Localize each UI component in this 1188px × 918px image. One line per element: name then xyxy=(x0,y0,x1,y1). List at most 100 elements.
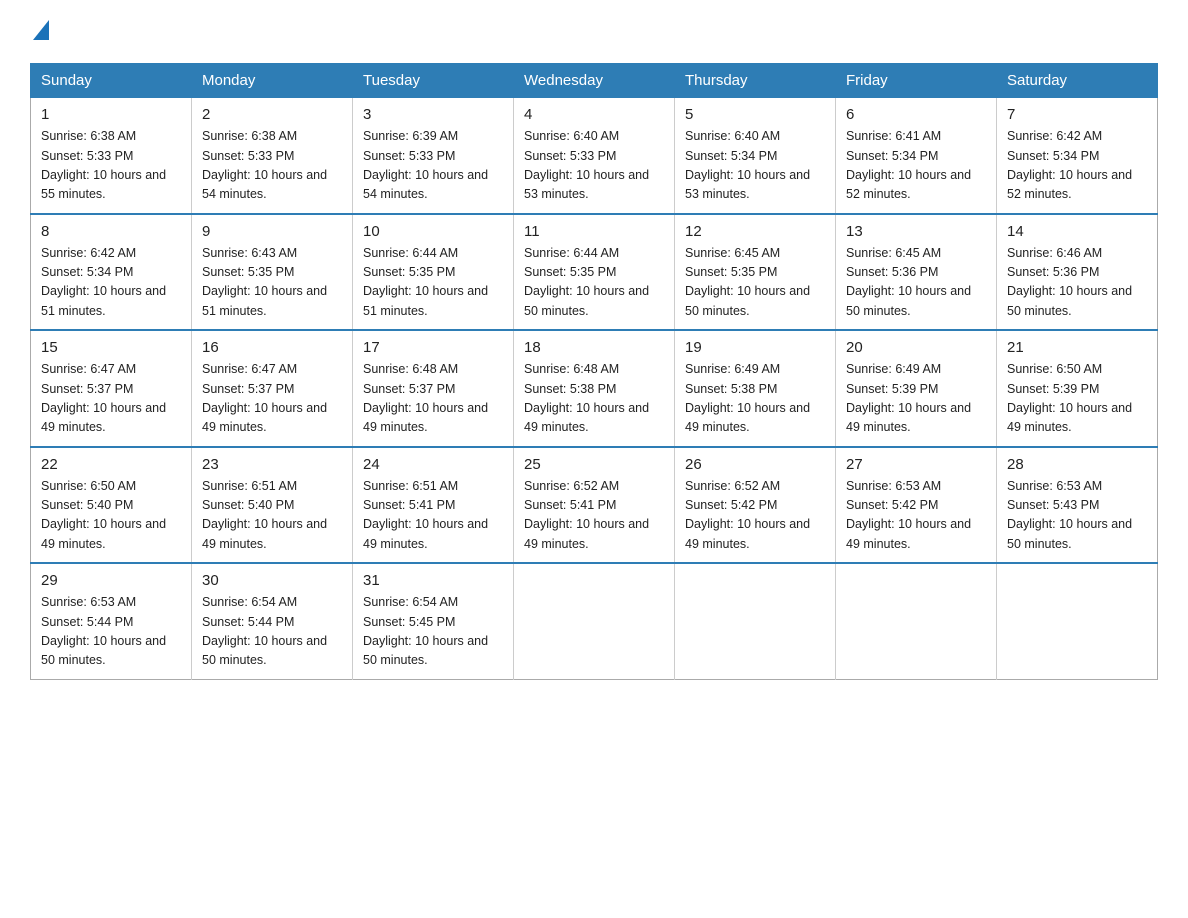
calendar-cell: 4 Sunrise: 6:40 AMSunset: 5:33 PMDayligh… xyxy=(514,98,675,214)
calendar-cell: 27 Sunrise: 6:53 AMSunset: 5:42 PMDaylig… xyxy=(836,447,997,564)
day-info: Sunrise: 6:50 AMSunset: 5:40 PMDaylight:… xyxy=(41,477,181,555)
day-number: 27 xyxy=(846,456,986,473)
calendar-cell: 19 Sunrise: 6:49 AMSunset: 5:38 PMDaylig… xyxy=(675,330,836,447)
calendar-cell: 21 Sunrise: 6:50 AMSunset: 5:39 PMDaylig… xyxy=(997,330,1158,447)
day-info: Sunrise: 6:52 AMSunset: 5:41 PMDaylight:… xyxy=(524,477,664,555)
day-number: 13 xyxy=(846,223,986,240)
day-info: Sunrise: 6:40 AMSunset: 5:33 PMDaylight:… xyxy=(524,127,664,205)
day-info: Sunrise: 6:44 AMSunset: 5:35 PMDaylight:… xyxy=(363,244,503,322)
calendar-cell: 9 Sunrise: 6:43 AMSunset: 5:35 PMDayligh… xyxy=(192,214,353,331)
day-number: 24 xyxy=(363,456,503,473)
day-info: Sunrise: 6:44 AMSunset: 5:35 PMDaylight:… xyxy=(524,244,664,322)
weekday-header-saturday: Saturday xyxy=(997,64,1158,98)
day-info: Sunrise: 6:51 AMSunset: 5:41 PMDaylight:… xyxy=(363,477,503,555)
calendar-cell: 16 Sunrise: 6:47 AMSunset: 5:37 PMDaylig… xyxy=(192,330,353,447)
logo-triangle-icon xyxy=(33,20,49,45)
calendar-cell: 23 Sunrise: 6:51 AMSunset: 5:40 PMDaylig… xyxy=(192,447,353,564)
day-number: 26 xyxy=(685,456,825,473)
weekday-header-row: SundayMondayTuesdayWednesdayThursdayFrid… xyxy=(31,64,1158,98)
day-number: 5 xyxy=(685,106,825,123)
calendar-cell xyxy=(514,563,675,679)
day-number: 1 xyxy=(41,106,181,123)
calendar-cell: 18 Sunrise: 6:48 AMSunset: 5:38 PMDaylig… xyxy=(514,330,675,447)
day-info: Sunrise: 6:54 AMSunset: 5:45 PMDaylight:… xyxy=(363,593,503,671)
calendar-cell: 6 Sunrise: 6:41 AMSunset: 5:34 PMDayligh… xyxy=(836,98,997,214)
calendar-week-row: 22 Sunrise: 6:50 AMSunset: 5:40 PMDaylig… xyxy=(31,447,1158,564)
day-number: 9 xyxy=(202,223,342,240)
day-number: 16 xyxy=(202,339,342,356)
day-number: 10 xyxy=(363,223,503,240)
calendar-cell: 10 Sunrise: 6:44 AMSunset: 5:35 PMDaylig… xyxy=(353,214,514,331)
day-info: Sunrise: 6:49 AMSunset: 5:39 PMDaylight:… xyxy=(846,360,986,438)
day-number: 25 xyxy=(524,456,664,473)
weekday-header-tuesday: Tuesday xyxy=(353,64,514,98)
weekday-header-monday: Monday xyxy=(192,64,353,98)
day-number: 4 xyxy=(524,106,664,123)
day-info: Sunrise: 6:42 AMSunset: 5:34 PMDaylight:… xyxy=(41,244,181,322)
day-number: 8 xyxy=(41,223,181,240)
weekday-header-friday: Friday xyxy=(836,64,997,98)
day-number: 14 xyxy=(1007,223,1147,240)
calendar-cell: 30 Sunrise: 6:54 AMSunset: 5:44 PMDaylig… xyxy=(192,563,353,679)
day-number: 3 xyxy=(363,106,503,123)
day-info: Sunrise: 6:48 AMSunset: 5:38 PMDaylight:… xyxy=(524,360,664,438)
day-info: Sunrise: 6:46 AMSunset: 5:36 PMDaylight:… xyxy=(1007,244,1147,322)
day-info: Sunrise: 6:49 AMSunset: 5:38 PMDaylight:… xyxy=(685,360,825,438)
calendar-cell: 7 Sunrise: 6:42 AMSunset: 5:34 PMDayligh… xyxy=(997,98,1158,214)
calendar-cell: 1 Sunrise: 6:38 AMSunset: 5:33 PMDayligh… xyxy=(31,98,192,214)
day-number: 20 xyxy=(846,339,986,356)
calendar-table: SundayMondayTuesdayWednesdayThursdayFrid… xyxy=(30,63,1158,680)
calendar-cell: 22 Sunrise: 6:50 AMSunset: 5:40 PMDaylig… xyxy=(31,447,192,564)
logo xyxy=(30,20,49,45)
calendar-cell: 26 Sunrise: 6:52 AMSunset: 5:42 PMDaylig… xyxy=(675,447,836,564)
day-info: Sunrise: 6:42 AMSunset: 5:34 PMDaylight:… xyxy=(1007,127,1147,205)
day-info: Sunrise: 6:45 AMSunset: 5:36 PMDaylight:… xyxy=(846,244,986,322)
day-info: Sunrise: 6:48 AMSunset: 5:37 PMDaylight:… xyxy=(363,360,503,438)
calendar-cell xyxy=(997,563,1158,679)
calendar-week-row: 29 Sunrise: 6:53 AMSunset: 5:44 PMDaylig… xyxy=(31,563,1158,679)
day-info: Sunrise: 6:43 AMSunset: 5:35 PMDaylight:… xyxy=(202,244,342,322)
day-number: 30 xyxy=(202,572,342,589)
day-info: Sunrise: 6:41 AMSunset: 5:34 PMDaylight:… xyxy=(846,127,986,205)
day-number: 11 xyxy=(524,223,664,240)
weekday-header-wednesday: Wednesday xyxy=(514,64,675,98)
day-number: 23 xyxy=(202,456,342,473)
calendar-cell: 5 Sunrise: 6:40 AMSunset: 5:34 PMDayligh… xyxy=(675,98,836,214)
calendar-week-row: 15 Sunrise: 6:47 AMSunset: 5:37 PMDaylig… xyxy=(31,330,1158,447)
calendar-cell: 17 Sunrise: 6:48 AMSunset: 5:37 PMDaylig… xyxy=(353,330,514,447)
calendar-cell: 15 Sunrise: 6:47 AMSunset: 5:37 PMDaylig… xyxy=(31,330,192,447)
day-info: Sunrise: 6:38 AMSunset: 5:33 PMDaylight:… xyxy=(41,127,181,205)
day-number: 21 xyxy=(1007,339,1147,356)
day-info: Sunrise: 6:53 AMSunset: 5:43 PMDaylight:… xyxy=(1007,477,1147,555)
calendar-cell: 25 Sunrise: 6:52 AMSunset: 5:41 PMDaylig… xyxy=(514,447,675,564)
day-number: 29 xyxy=(41,572,181,589)
calendar-cell xyxy=(675,563,836,679)
weekday-header-sunday: Sunday xyxy=(31,64,192,98)
calendar-cell: 20 Sunrise: 6:49 AMSunset: 5:39 PMDaylig… xyxy=(836,330,997,447)
weekday-header-thursday: Thursday xyxy=(675,64,836,98)
day-info: Sunrise: 6:53 AMSunset: 5:44 PMDaylight:… xyxy=(41,593,181,671)
calendar-cell: 29 Sunrise: 6:53 AMSunset: 5:44 PMDaylig… xyxy=(31,563,192,679)
day-number: 28 xyxy=(1007,456,1147,473)
day-number: 15 xyxy=(41,339,181,356)
calendar-cell: 2 Sunrise: 6:38 AMSunset: 5:33 PMDayligh… xyxy=(192,98,353,214)
calendar-cell: 12 Sunrise: 6:45 AMSunset: 5:35 PMDaylig… xyxy=(675,214,836,331)
day-info: Sunrise: 6:52 AMSunset: 5:42 PMDaylight:… xyxy=(685,477,825,555)
day-info: Sunrise: 6:47 AMSunset: 5:37 PMDaylight:… xyxy=(41,360,181,438)
day-info: Sunrise: 6:40 AMSunset: 5:34 PMDaylight:… xyxy=(685,127,825,205)
calendar-cell: 11 Sunrise: 6:44 AMSunset: 5:35 PMDaylig… xyxy=(514,214,675,331)
calendar-cell: 13 Sunrise: 6:45 AMSunset: 5:36 PMDaylig… xyxy=(836,214,997,331)
calendar-cell xyxy=(836,563,997,679)
day-number: 31 xyxy=(363,572,503,589)
day-number: 7 xyxy=(1007,106,1147,123)
day-info: Sunrise: 6:47 AMSunset: 5:37 PMDaylight:… xyxy=(202,360,342,438)
day-number: 19 xyxy=(685,339,825,356)
calendar-cell: 14 Sunrise: 6:46 AMSunset: 5:36 PMDaylig… xyxy=(997,214,1158,331)
calendar-cell: 28 Sunrise: 6:53 AMSunset: 5:43 PMDaylig… xyxy=(997,447,1158,564)
day-number: 6 xyxy=(846,106,986,123)
day-info: Sunrise: 6:38 AMSunset: 5:33 PMDaylight:… xyxy=(202,127,342,205)
calendar-cell: 8 Sunrise: 6:42 AMSunset: 5:34 PMDayligh… xyxy=(31,214,192,331)
calendar-cell: 24 Sunrise: 6:51 AMSunset: 5:41 PMDaylig… xyxy=(353,447,514,564)
day-info: Sunrise: 6:53 AMSunset: 5:42 PMDaylight:… xyxy=(846,477,986,555)
day-number: 22 xyxy=(41,456,181,473)
